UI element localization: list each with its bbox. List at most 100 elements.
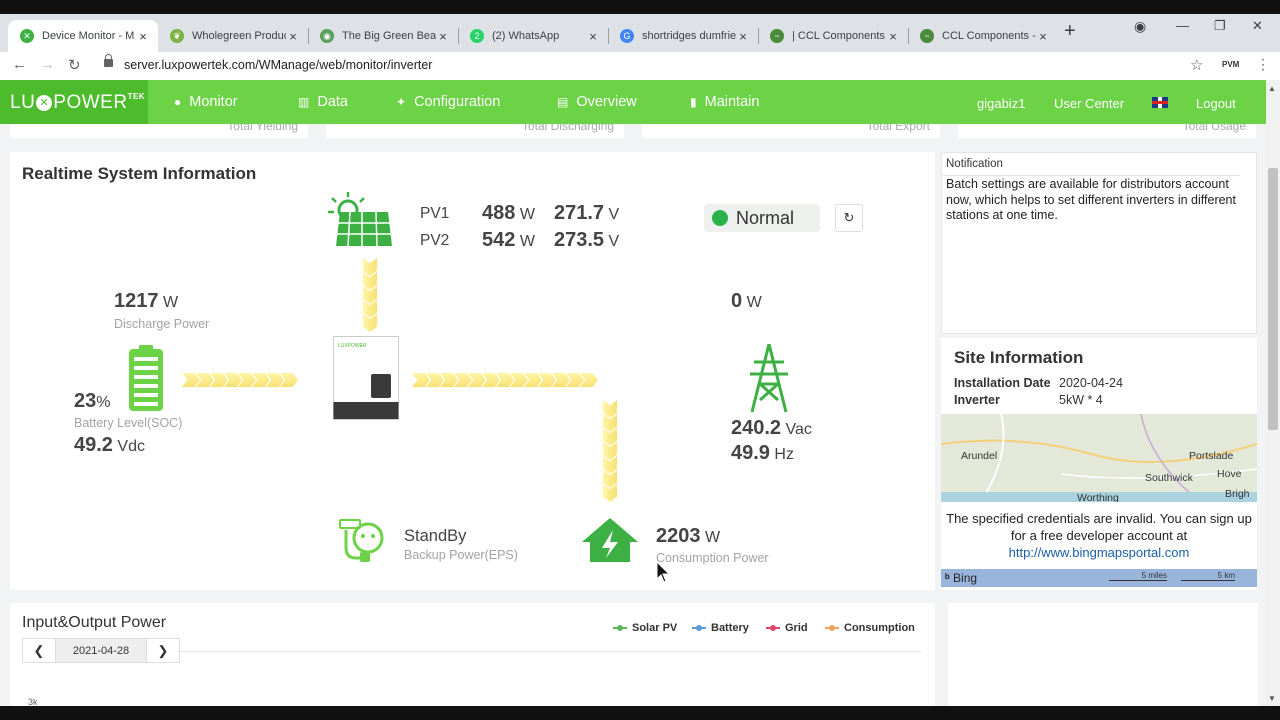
data-icon: ▥ (298, 95, 310, 109)
bookmark-star-icon[interactable]: ☆ (1190, 56, 1203, 74)
map-label: Arundel (961, 450, 998, 462)
realtime-title: Realtime System Information (22, 164, 257, 183)
bing-b-icon: ᵇ (945, 571, 950, 585)
grid-tower-icon (750, 344, 788, 413)
nav-monitor[interactable]: ● Monitor (174, 94, 238, 110)
map-error-message: The specified credentials are invalid. Y… (941, 510, 1257, 561)
inverter-icon[interactable]: LUXPOWER (333, 336, 399, 420)
install-date-label: Installation Date (954, 376, 1051, 390)
stat-cards-row: Total Yielding Total Discharging Total E… (10, 124, 1260, 138)
configuration-icon: ✦ (396, 95, 407, 109)
user-center-link[interactable]: User Center (1054, 96, 1124, 111)
unit: W (746, 294, 762, 311)
restore-button[interactable]: ❐ (1214, 18, 1226, 34)
soc: 23% (74, 390, 110, 413)
back-arrow-icon[interactable]: ← (12, 56, 27, 73)
install-date-row: Installation Date 2020-04-24 (954, 376, 1123, 390)
legend-consumption[interactable]: Consumption (825, 622, 915, 634)
uk-flag-icon[interactable] (1152, 97, 1168, 108)
nav-maintain[interactable]: ▮ Maintain (690, 94, 759, 110)
tab-search-icon[interactable]: ◉ (1134, 18, 1146, 35)
nav-data[interactable]: ▥ Data (298, 94, 348, 110)
battery-voltage-value: 49.2 (74, 434, 113, 456)
close-window-button[interactable]: ✕ (1252, 18, 1263, 34)
unit: W (519, 206, 535, 223)
notification-panel: Notification Batch settings are availabl… (941, 152, 1257, 334)
refresh-button[interactable]: ↻ (835, 204, 863, 232)
tab-title: The Big Green Bear (342, 30, 436, 42)
soc-label: Battery Level(SOC) (74, 416, 183, 430)
flow-arrow-battery (182, 373, 298, 387)
tab-big-green-bear[interactable]: ◉ The Big Green Bear × (308, 20, 458, 52)
stat-card-export: Total Export (642, 124, 940, 138)
tab-device-monitor[interactable]: ✕ Device Monitor - M × (8, 20, 158, 52)
tab-close-icon[interactable]: × (286, 29, 300, 44)
minimize-button[interactable]: — (1176, 18, 1189, 33)
scale-miles: 5 miles (1109, 571, 1167, 581)
tab-favicon: ~ (770, 29, 784, 43)
io-title: Input&Output Power (22, 614, 167, 631)
mouse-cursor-icon (657, 562, 671, 583)
discharge-power-label: Discharge Power (114, 317, 210, 331)
grid-power: 0 W (731, 290, 762, 313)
map-label: Portslade (1189, 450, 1234, 462)
nav-overview[interactable]: ▤ Overview (557, 94, 637, 110)
url-input[interactable]: server.luxpowertek.com/WManage/web/monit… (124, 58, 432, 72)
battery-voltage: 49.2 Vdc (74, 434, 145, 457)
map-label: Hove (1217, 468, 1242, 480)
tab-whatsapp[interactable]: 2 (2) WhatsApp × (458, 20, 608, 52)
date-picker: ❮ 2021-04-28 ❯ (22, 638, 180, 663)
tab-close-icon[interactable]: × (1036, 29, 1050, 44)
site-map[interactable]: Arundel Portslade Hove Southwick Brigh W… (941, 414, 1257, 502)
browser-menu-icon[interactable]: ⋮ (1256, 56, 1270, 73)
eps-label: Backup Power(EPS) (404, 548, 518, 562)
logo-x-mark: ✕ (36, 95, 53, 111)
status-badge: Normal (704, 204, 820, 232)
notification-heading: Notification (946, 158, 1003, 170)
date-input[interactable]: 2021-04-28 (55, 639, 147, 662)
scroll-down-icon[interactable]: ▼ (1268, 694, 1276, 703)
tab-google-search[interactable]: G shortridges dumfrie × (608, 20, 758, 52)
tab-favicon: ~ (920, 29, 934, 43)
tab-title: Wholegreen Produc (192, 30, 286, 42)
next-date-button[interactable]: ❯ (147, 639, 179, 662)
tab-close-icon[interactable]: × (136, 29, 150, 44)
pv1-voltage-value: 271.7 (554, 202, 605, 224)
luxpower-logo[interactable]: LU ✕ POWERTEK (0, 80, 148, 124)
logo-sup: TEK (127, 92, 146, 101)
tab-ccl-components-1[interactable]: ~ | CCL Components × (758, 20, 908, 52)
site-info-panel: Site Information Installation Date 2020-0… (941, 338, 1257, 590)
legend-battery[interactable]: Battery (692, 622, 749, 634)
bing-portal-link[interactable]: http://www.bingmapsportal.com (1009, 545, 1190, 560)
tab-close-icon[interactable]: × (436, 29, 450, 44)
scroll-thumb[interactable] (1268, 168, 1278, 430)
legend-solar[interactable]: Solar PV (613, 622, 677, 634)
username[interactable]: gigabiz1 (977, 96, 1025, 111)
scroll-up-icon[interactable]: ▲ (1268, 84, 1276, 93)
flow-arrow-consumption (603, 400, 617, 502)
nav-label: Maintain (704, 94, 760, 110)
soc-value: 23 (74, 390, 97, 412)
lock-icon[interactable] (104, 54, 113, 67)
grid-power-value: 0 (731, 290, 743, 312)
bing-logo: ᵇ Bing (945, 571, 977, 585)
inverter-value: 5kW * 4 (1059, 393, 1103, 407)
tab-ccl-components-2[interactable]: ~ CCL Components - ( × (908, 20, 1058, 52)
overview-icon: ▤ (557, 95, 569, 109)
nav-configuration[interactable]: ✦ Configuration (396, 94, 500, 110)
legend-label: Consumption (844, 622, 915, 634)
logout-link[interactable]: Logout (1196, 96, 1236, 111)
reload-icon[interactable]: ↻ (68, 56, 81, 74)
tab-close-icon[interactable]: × (586, 29, 600, 44)
forward-arrow-icon[interactable]: → (40, 56, 55, 73)
unit: Vdc (117, 438, 145, 455)
tab-close-icon[interactable]: × (886, 29, 900, 44)
legend-grid[interactable]: Grid (766, 622, 808, 634)
notification-body: Batch settings are available for distrib… (946, 177, 1236, 222)
tab-close-icon[interactable]: × (736, 29, 750, 44)
extension-icon[interactable]: PVM (1222, 60, 1239, 69)
new-tab-button[interactable]: + (1064, 20, 1076, 43)
tab-wholegreen[interactable]: ❦ Wholegreen Produc × (158, 20, 308, 52)
prev-date-button[interactable]: ❮ (23, 639, 55, 662)
legend-line-icon (613, 625, 627, 631)
